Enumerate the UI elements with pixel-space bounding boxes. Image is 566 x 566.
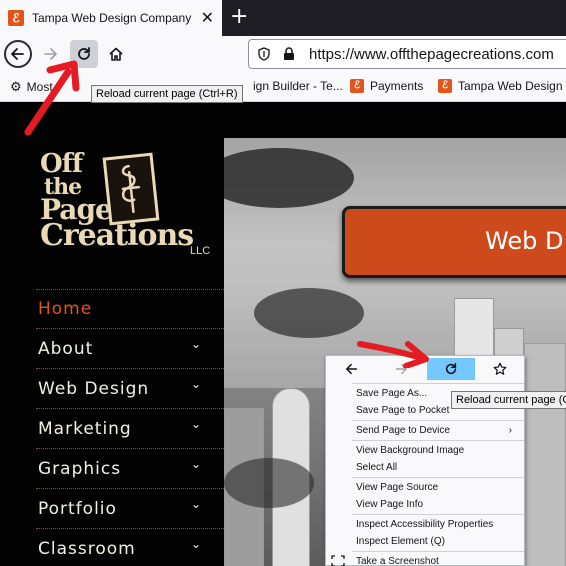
menu-label: Marketing	[38, 418, 132, 439]
screenshot-root: ℰ Tampa Web Design Company | ✕ + https:/…	[0, 0, 566, 566]
bookmark-label: Most	[26, 80, 53, 94]
skyscraper-shape	[524, 343, 566, 566]
menu-item-send-to-device[interactable]: Send Page to Device ›	[356, 423, 520, 439]
site-favicon-icon: ℰ	[350, 79, 364, 93]
bookmark-label: ign Builder - Te...	[253, 79, 343, 93]
context-menu: Save Page As... Save Page to Pocket Send…	[325, 355, 525, 566]
bookmark-tampa-web-design[interactable]: ℰ Tampa Web Design C	[438, 79, 566, 93]
menu-item-screenshot[interactable]: Take a Screenshot	[356, 554, 439, 566]
reload-button[interactable]	[70, 40, 98, 68]
back-arrow-icon	[11, 48, 24, 60]
home-button[interactable]	[102, 40, 130, 68]
back-button[interactable]	[4, 40, 32, 68]
nav-bar: https://www.offthepagecreations.com	[0, 36, 566, 72]
menu-separator	[352, 383, 524, 384]
bookmarks-bar: ⚙ Most ign Builder - Te... ℰ Payments ℰ …	[0, 72, 566, 102]
menu-item-select-all[interactable]: Select All	[356, 460, 397, 476]
bookmark-label: Payments	[370, 79, 424, 93]
reload-icon	[445, 362, 457, 375]
tab-title: Tampa Web Design Company |	[32, 11, 192, 25]
forward-arrow-icon	[395, 363, 407, 375]
reload-tooltip: Reload current page (Ctrl+R)	[91, 85, 243, 103]
ctx-reload-tooltip: Reload current page (Ct	[451, 391, 566, 409]
site-favicon-icon: ℰ	[8, 10, 24, 26]
menu-item-classroom[interactable]: Classroom ⌄	[36, 529, 224, 566]
menu-label: About	[38, 338, 94, 359]
menu-item-home[interactable]: Home	[36, 289, 224, 329]
bookmark-most-visited[interactable]: ⚙ Most	[10, 79, 53, 95]
menu-label: Web Design	[38, 378, 150, 399]
star-icon	[493, 362, 507, 375]
chevron-down-icon[interactable]: ⌄	[191, 457, 202, 471]
menu-item-marketing[interactable]: Marketing ⌄	[36, 409, 224, 449]
logo-llc: , LLC	[190, 233, 211, 257]
ctx-bookmark-button[interactable]	[476, 358, 524, 380]
chevron-down-icon[interactable]: ⌄	[191, 377, 202, 391]
forward-arrow-icon	[44, 48, 57, 60]
back-arrow-icon	[345, 363, 358, 375]
reload-icon	[78, 47, 90, 60]
menu-item-view-source[interactable]: View Page Source	[356, 480, 438, 496]
forward-button[interactable]	[36, 40, 64, 68]
menu-item-portfolio[interactable]: Portfolio ⌄	[36, 489, 224, 529]
banner-text: Web D	[485, 227, 564, 255]
menu-item-save-page-as[interactable]: Save Page As...	[356, 386, 427, 402]
menu-label: Send Page to Device	[356, 425, 450, 436]
site-logo[interactable]: Off the Page Creations , LLC	[40, 151, 210, 257]
chevron-down-icon[interactable]: ⌄	[191, 537, 202, 551]
browser-tab[interactable]: ℰ Tampa Web Design Company | ✕	[0, 0, 222, 36]
logo-mark-icon	[102, 152, 160, 226]
new-tab-button[interactable]: +	[230, 4, 248, 29]
site-nav-menu: Home About ⌄ Web Design ⌄ Marketing ⌄ Graph…	[36, 289, 224, 566]
tab-strip: ℰ Tampa Web Design Company | ✕ +	[0, 0, 566, 36]
logo-word-creations: Creations	[40, 218, 194, 253]
menu-separator	[352, 440, 524, 441]
menu-item-view-info[interactable]: View Page Info	[356, 497, 423, 513]
menu-separator	[352, 514, 524, 515]
gear-icon: ⚙	[10, 79, 22, 94]
ctx-forward-button[interactable]	[377, 358, 425, 380]
screenshot-icon	[331, 555, 345, 566]
context-nav-row	[326, 356, 526, 382]
home-icon	[109, 47, 123, 61]
menu-item-inspect-a11y[interactable]: Inspect Accessibility Properties	[356, 517, 493, 533]
menu-item-view-bg-image[interactable]: View Background Image	[356, 443, 464, 459]
chevron-down-icon[interactable]: ⌄	[191, 337, 202, 351]
menu-label: Home	[38, 299, 93, 319]
menu-item-graphics[interactable]: Graphics ⌄	[36, 449, 224, 489]
url-bar[interactable]: https://www.offthepagecreations.com	[248, 39, 566, 69]
chevron-down-icon[interactable]: ⌄	[191, 497, 202, 511]
menu-separator	[352, 551, 524, 552]
ctx-reload-button[interactable]	[427, 358, 475, 380]
menu-item-inspect-element[interactable]: Inspect Element (Q)	[356, 534, 445, 550]
bookmark-design-builder[interactable]: ign Builder - Te...	[253, 79, 343, 93]
url-text: https://www.offthepagecreations.com	[309, 45, 554, 63]
menu-item-save-to-pocket[interactable]: Save Page to Pocket	[356, 403, 449, 419]
menu-label: Portfolio	[38, 498, 117, 519]
bookmark-label: Tampa Web Design C	[458, 79, 566, 93]
lock-icon[interactable]	[283, 47, 295, 61]
hero-banner: Web D	[342, 206, 566, 278]
menu-separator	[352, 420, 524, 421]
tab-close-icon[interactable]: ✕	[201, 9, 214, 27]
site-favicon-icon: ℰ	[438, 79, 452, 93]
palm-frond-shape	[224, 458, 314, 508]
submenu-arrow-icon: ›	[508, 425, 512, 436]
menu-separator	[352, 477, 524, 478]
bookmark-payments[interactable]: ℰ Payments	[350, 79, 423, 93]
palm-frond-shape	[254, 288, 364, 338]
tracking-shield-icon[interactable]	[257, 47, 271, 61]
ctx-back-button[interactable]	[328, 358, 376, 380]
menu-label: Graphics	[38, 458, 122, 479]
menu-label: Classroom	[38, 538, 136, 559]
menu-item-web-design[interactable]: Web Design ⌄	[36, 369, 224, 409]
menu-item-about[interactable]: About ⌄	[36, 329, 224, 369]
chevron-down-icon[interactable]: ⌄	[191, 417, 202, 431]
